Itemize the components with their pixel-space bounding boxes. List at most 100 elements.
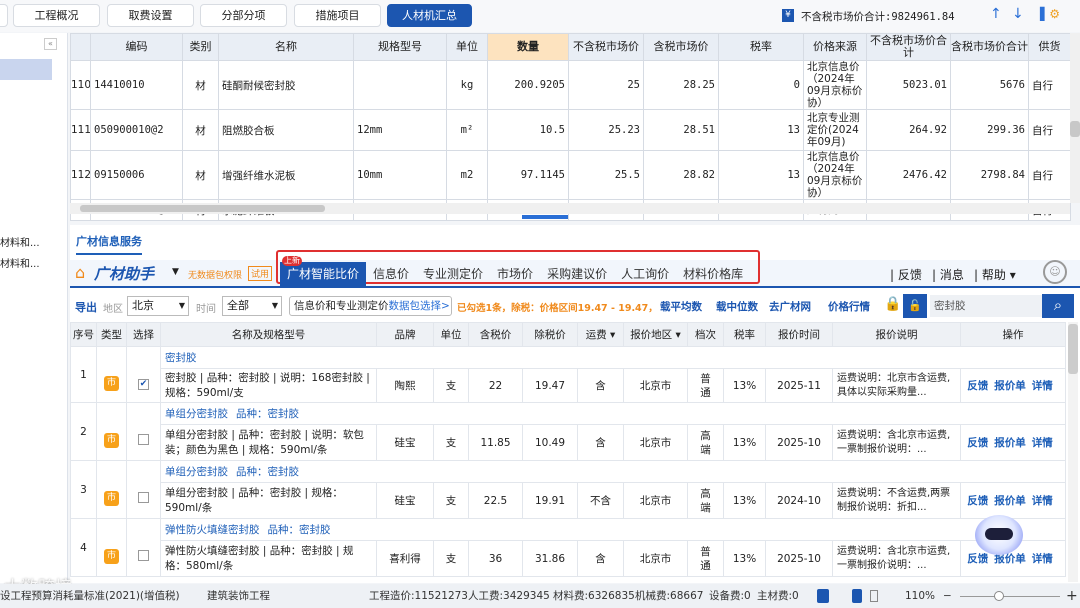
zoom-in-button[interactable]: + [1066, 584, 1078, 608]
column-header[interactable]: 不含税市场价合计 [866, 33, 951, 61]
table-row[interactable]: 112 09150006 材增强纤维水泥板 10mm m2 97.1145 25.5 28.8… [70, 150, 1071, 200]
column-header[interactable]: 税率 [718, 33, 804, 61]
grid-cell[interactable]: 13 [718, 150, 804, 200]
result-column-header[interactable]: 税率 [723, 322, 766, 347]
region-select[interactable]: 北京 ▼ [127, 296, 189, 316]
select-checkbox[interactable] [138, 433, 149, 445]
trial-button[interactable]: 试用 [248, 266, 273, 281]
tab-purchase-advice[interactable]: 采购建议价 [540, 262, 614, 286]
item-title[interactable]: 单组分密封胶 品种：密封胶 [160, 402, 1066, 425]
grid-cell[interactable]: 25 [568, 60, 644, 110]
grid-cell[interactable]: 材 [182, 150, 219, 200]
grid-cell[interactable]: 增强纤维水泥板 [218, 150, 354, 200]
quote-sheet-link[interactable]: 报价单 [994, 437, 1026, 449]
grid-cell[interactable]: 12mm [353, 109, 447, 151]
grid-cell[interactable]: 111 [70, 109, 91, 151]
messages-link[interactable]: | 消息 [932, 266, 964, 283]
tab-info-price[interactable]: 信息价 [366, 262, 416, 286]
load-median-button[interactable]: 载中位数 [716, 299, 758, 314]
price-trend-button[interactable]: 价格行情 [828, 299, 870, 314]
grid-cell[interactable]: 北京信息价（2024年09月京标价协） [803, 150, 867, 200]
feedback-link[interactable]: 反馈 [967, 380, 988, 392]
tab-manual-inquiry[interactable]: 人工询价 [614, 262, 676, 286]
column-header[interactable]: 名称 [218, 33, 354, 61]
grid-cell[interactable]: 5676 [950, 60, 1029, 110]
column-header[interactable]: 规格型号 [353, 33, 447, 61]
grid-cell[interactable]: 材 [182, 60, 219, 110]
grid-cell[interactable]: 28.82 [643, 150, 719, 200]
zoom-slider[interactable] [960, 591, 1060, 601]
grid-cell[interactable]: 自行 [1028, 60, 1071, 110]
result-column-header[interactable]: 运费 ▾ [577, 322, 624, 347]
result-column-header[interactable]: 选择 [126, 322, 161, 347]
grid-vertical-scrollbar[interactable] [1070, 33, 1080, 203]
result-column-header[interactable]: 品牌 [376, 322, 434, 347]
result-scrollbar[interactable] [1068, 322, 1078, 582]
feedback-link[interactable]: | 反馈 [890, 266, 922, 283]
tab-project-overview[interactable]: 工程概况 [13, 4, 100, 27]
grid-cell[interactable]: 自行 [1028, 109, 1071, 151]
result-column-header[interactable]: 含税价 [468, 322, 523, 347]
help-menu[interactable]: | 帮助 ▾ [974, 266, 1016, 283]
table-row[interactable]: 110 14410010 材硅酮耐候密封胶 kg 200.9205 25 28.25 0 北京信… [70, 60, 1071, 110]
grid-cell[interactable]: 112 [70, 150, 91, 200]
lock-icon[interactable]: 🔒 [884, 296, 901, 312]
grid-cell[interactable]: m2 [446, 150, 488, 200]
result-row[interactable]: 密封胶 | 品种：密封胶 | 说明：168密封胶 | 规格：590ml/支 陶熙支… [71, 368, 1066, 403]
item-title[interactable]: 密封胶 [160, 346, 1066, 369]
zoom-out-button[interactable]: − [943, 584, 952, 608]
column-header[interactable]: 不含税市场价 [568, 33, 644, 61]
result-column-header[interactable]: 除税价 [522, 322, 578, 347]
splitter-handle[interactable] [522, 215, 568, 219]
grid-cell[interactable]: 25.5 [568, 150, 644, 200]
column-header[interactable]: 价格来源 [803, 33, 867, 61]
item-name[interactable]: 弹性防火填缝密封胶 [165, 524, 260, 536]
column-header[interactable]: 供货 [1028, 33, 1071, 61]
tree-item[interactable]: 材料和... [0, 255, 40, 270]
table-row[interactable]: 111 050900010@2 材阻燃胶合板 12mm m² 10.5 25.23 28.51… [70, 109, 1071, 151]
feedback-link[interactable]: 反馈 [967, 437, 988, 449]
grid-cell[interactable]: 自行 [1028, 150, 1071, 200]
item-name[interactable]: 单组分密封胶 [165, 466, 228, 478]
grid-cell[interactable]: 2798.84 [950, 150, 1029, 200]
grid-cell[interactable]: 北京专业测定价(2024年09月) [803, 109, 867, 151]
grid-cell[interactable]: 10.5 [487, 109, 569, 151]
result-column-header[interactable]: 报价说明 [832, 322, 961, 347]
grid-cell[interactable]: 200.9205 [487, 60, 569, 110]
tab-professional-price[interactable]: 专业测定价 [416, 262, 490, 286]
item-name[interactable]: 密封胶 [165, 352, 197, 364]
grid-cell[interactable]: 13 [718, 109, 804, 151]
item-title[interactable]: 弹性防火填缝密封胶 品种：密封胶 [160, 518, 1066, 541]
select-cell[interactable]: ✔ [126, 346, 161, 403]
top-tab-prev[interactable] [0, 4, 8, 27]
details-link[interactable]: 详情 [1032, 553, 1053, 565]
tree-item[interactable]: 材料和... [0, 234, 40, 249]
grid-cell[interactable]: 09150006 [90, 150, 183, 200]
grid-cell[interactable]: 北京信息价（2024年09月京标价协） [803, 60, 867, 110]
column-header[interactable] [70, 33, 91, 61]
column-header[interactable]: 含税市场价合计 [950, 33, 1029, 61]
grid-cell[interactable]: kg [446, 60, 488, 110]
select-cell[interactable] [126, 518, 161, 577]
result-row[interactable]: 单组分密封胶 | 品种：密封胶 | 规格：590ml/条 硅宝支 22.5 19.91… [71, 482, 1066, 519]
go-gldcw-button[interactable]: 去广材网 [769, 299, 811, 314]
tab-smart-compare[interactable]: 上新 广材智能比价 [280, 256, 367, 286]
column-settings-icon[interactable]: ▌⚙ [1040, 7, 1060, 21]
collapse-icon[interactable]: « [44, 38, 57, 50]
result-row[interactable]: 弹性防火填缝密封胶 | 品种：密封胶 | 规格：580ml/条 喜利得支 36 31.… [71, 540, 1066, 577]
grid-cell[interactable]: 299.36 [950, 109, 1029, 151]
select-checkbox[interactable]: ✔ [138, 379, 149, 390]
grid-cell[interactable]: 硅酮耐候密封胶 [218, 60, 354, 110]
result-column-header[interactable]: 报价时间 [765, 322, 833, 347]
grid-cell[interactable]: 阻燃胶合板 [218, 109, 354, 151]
grid-cell[interactable]: 25.23 [568, 109, 644, 151]
grid-cell[interactable]: 264.92 [866, 109, 951, 151]
select-cell[interactable] [126, 460, 161, 519]
data-package-select[interactable]: 信息价和专业测定价数据包选择> [289, 296, 452, 316]
grid-cell[interactable]: 97.1145 [487, 150, 569, 200]
search-icon[interactable]: ⌕ [1042, 294, 1074, 318]
result-column-header[interactable]: 序号 [70, 322, 97, 347]
grid-cell[interactable]: 材 [182, 109, 219, 151]
grid-cell[interactable]: 14410010 [90, 60, 183, 110]
result-column-header[interactable]: 名称及规格型号 [160, 322, 377, 347]
